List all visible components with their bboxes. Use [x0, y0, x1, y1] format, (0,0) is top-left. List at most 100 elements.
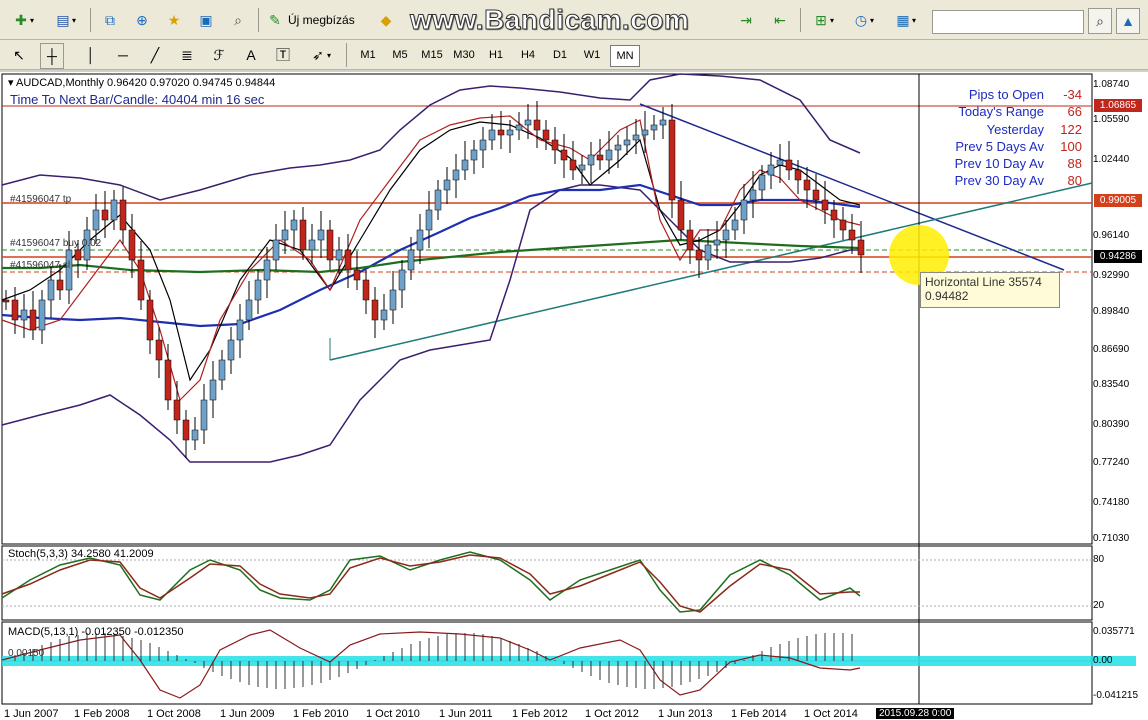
macd-overlay-value: 0.00150 — [8, 648, 45, 659]
periods-button[interactable]: ◷ ▾ — [846, 8, 880, 32]
search-button[interactable]: ⌕ — [1088, 8, 1112, 34]
candle-body — [515, 124, 523, 131]
candle-body — [227, 339, 235, 361]
favorites-button[interactable]: ★ — [162, 8, 186, 32]
candlestick-series — [2, 101, 865, 458]
crosshair-tool-icon: ┼ — [47, 48, 57, 64]
profiles-button[interactable]: ▤ ▾ — [48, 8, 82, 32]
text-button[interactable]: A — [240, 43, 262, 67]
candle-body — [803, 179, 811, 191]
text-label-button[interactable]: 🅃 — [272, 43, 294, 67]
stoch-panel-border — [1, 545, 1093, 621]
candle-body — [848, 229, 856, 241]
market-watch-button[interactable]: ⧉ — [98, 8, 122, 32]
candle-body — [362, 279, 370, 301]
candle-body — [470, 149, 478, 161]
fibonacci-button[interactable]: ≣ — [176, 43, 198, 67]
macd-axis-zero: 0.00 — [1093, 655, 1113, 666]
candle-body — [164, 359, 172, 401]
candle-body — [2, 299, 10, 303]
candle-body — [209, 379, 217, 401]
period-m15[interactable]: M15 — [418, 45, 446, 65]
main-toolbar: ✚ ▾ ▤ ▾ ⧉ ⊕ ★ ▣ ⌕ ✎ Új megbízás ◆ www.Bandi… — [0, 0, 1148, 40]
period-m5[interactable]: M5 — [386, 45, 414, 65]
candle-body — [137, 259, 145, 301]
order-buy-label: #41596047 buy 0.02 — [10, 238, 102, 249]
period-mn[interactable]: MN — [610, 45, 640, 67]
search-input[interactable] — [932, 10, 1084, 34]
candle-body — [74, 249, 82, 261]
period-h1[interactable]: H1 — [482, 45, 510, 65]
price-axis-label: 0.92990 — [1093, 270, 1130, 281]
indicators-button[interactable]: ⊞ ▾ — [806, 8, 840, 32]
expert-advisors-button[interactable]: ◆ — [374, 8, 398, 32]
period-d1[interactable]: D1 — [546, 45, 574, 65]
time-axis-label: 1 Feb 2008 — [74, 708, 130, 720]
candle-body — [623, 139, 631, 146]
time-axis-label: 1 Oct 2008 — [147, 708, 201, 720]
period-w1[interactable]: W1 — [578, 45, 606, 65]
period-h4[interactable]: H4 — [514, 45, 542, 65]
crosshair-icon: ⊕ — [136, 11, 148, 28]
price-axis-label: 0.86690 — [1093, 344, 1130, 355]
price-tag: 0.99005 — [1094, 194, 1142, 207]
candle-body — [632, 134, 640, 141]
candle-body — [92, 209, 100, 231]
candle-body — [758, 174, 766, 191]
info-value: 88 — [1067, 156, 1082, 172]
price-axis-label: 0.74180 — [1093, 497, 1130, 508]
candle-body — [317, 229, 325, 241]
period-m1[interactable]: M1 — [354, 45, 382, 65]
candle-body — [830, 209, 838, 221]
equidistant-channel-button[interactable]: ℱ — [208, 43, 230, 67]
price-tag: 1.06865 — [1094, 99, 1142, 112]
candle-body — [533, 119, 541, 131]
text-icon: A — [246, 47, 256, 63]
candle-body — [596, 154, 604, 161]
candle-body — [821, 199, 829, 211]
info-row: Prev 10 Day Av 88 — [955, 155, 1082, 172]
info-value: -34 — [1063, 87, 1082, 102]
candle-body — [326, 229, 334, 261]
favorites-icon: ★ — [167, 11, 181, 28]
autoscroll-button[interactable]: ⇥ — [734, 8, 758, 32]
new-chart-button[interactable]: ✚ ▾ — [6, 8, 40, 32]
toolbar-separator — [800, 8, 801, 32]
vertical-line-button[interactable]: │ — [80, 43, 102, 67]
price-tag: 0.94286 — [1094, 250, 1142, 263]
candle-body — [425, 209, 433, 231]
candle-body — [857, 239, 865, 256]
candle-body — [839, 219, 847, 231]
crosshair-button[interactable]: ⊕ — [130, 8, 154, 32]
toolbar-separator — [90, 8, 91, 32]
stoch-main-line — [1, 551, 861, 613]
candle-body — [668, 119, 676, 201]
candle-body — [551, 139, 559, 151]
candle-body — [119, 199, 127, 231]
new-order-label: Új megbízás — [288, 13, 355, 27]
chart-shift-icon: ⇤ — [774, 11, 786, 28]
time-axis-label: 1 Oct 2012 — [585, 708, 639, 720]
data-window-button[interactable]: ▣ — [194, 8, 218, 32]
time-axis-label: 1 Oct 2010 — [366, 708, 420, 720]
chart-shift-button[interactable]: ⇤ — [768, 8, 792, 32]
arrows-button[interactable]: ➶ ▾ — [304, 43, 336, 67]
trendline-button[interactable]: ╱ — [144, 43, 166, 67]
price-axis-label: 1.05590 — [1093, 114, 1130, 125]
new-order-button[interactable]: ✎ Új megbízás — [266, 8, 370, 32]
candle-body — [542, 129, 550, 141]
candle-body — [182, 419, 190, 441]
candle-body — [461, 159, 469, 171]
market-watch-icon: ⧉ — [105, 11, 115, 28]
info-value: 122 — [1060, 121, 1082, 137]
candle-body — [344, 249, 352, 271]
crosshair-tool-button[interactable]: ┼ — [40, 43, 64, 69]
community-button[interactable]: ▲ — [1116, 8, 1140, 34]
price-axis-label: 0.71030 — [1093, 533, 1130, 544]
cursor-button[interactable]: ↖ — [8, 43, 30, 67]
horizontal-line-button[interactable]: ─ — [112, 43, 134, 67]
period-m30[interactable]: M30 — [450, 45, 478, 65]
templates-button[interactable]: ▦ ▾ — [888, 8, 922, 32]
candle-body — [695, 249, 703, 261]
zoom-button[interactable]: ⌕ — [226, 8, 250, 32]
